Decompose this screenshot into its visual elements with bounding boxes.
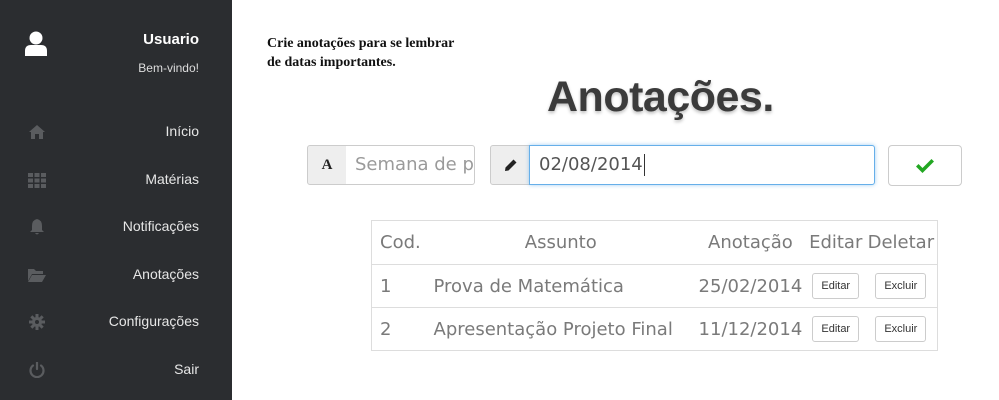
intro-text: Crie anotações para se lembrar de datas …: [267, 36, 455, 70]
page-title: Anotações.: [547, 73, 774, 121]
edit-button[interactable]: Editar: [812, 316, 860, 342]
cell-delete: Excluir: [864, 264, 938, 308]
sidebar-item-label: Sair: [174, 361, 199, 377]
sidebar-item-label: Matérias: [145, 171, 199, 187]
cell-subject: Prova de Matemática: [427, 264, 695, 308]
sidebar-item-label: Anotações: [132, 266, 199, 282]
delete-button[interactable]: Excluir: [875, 316, 927, 342]
text-caret: [643, 154, 645, 176]
subject-addon: A: [307, 145, 347, 185]
date-input[interactable]: 02/08/2014: [529, 145, 875, 185]
sidebar-item-sair[interactable]: Sair: [0, 350, 232, 390]
column-header-date: Anotação: [694, 220, 807, 265]
column-header-edit: Editar: [806, 220, 865, 265]
power-icon: [29, 362, 45, 378]
subject-input[interactable]: Semana de pr: [346, 145, 475, 185]
column-header-cod: Cod.: [371, 220, 428, 265]
sidebar: Usuario Bem-vindo! Início Matérias Notif…: [0, 0, 232, 400]
sidebar-item-label: Notificações: [122, 218, 199, 234]
sidebar-item-configuracoes[interactable]: Configurações: [0, 302, 232, 342]
column-header-delete: Deletar: [864, 220, 938, 265]
cell-date: 11/12/2014: [694, 307, 807, 351]
cell-cod: 2: [371, 307, 428, 351]
confirm-button[interactable]: [888, 145, 962, 186]
user-welcome: Bem-vindo!: [138, 61, 199, 75]
table-row: 2 Apresentação Projeto Final 11/12/2014 …: [371, 307, 938, 351]
notes-table: Cod. Assunto Anotação Editar Deletar 1 P…: [371, 220, 938, 351]
cell-subject: Apresentação Projeto Final: [427, 307, 695, 351]
date-addon: [490, 145, 530, 185]
cell-edit: Editar: [806, 264, 865, 308]
delete-button[interactable]: Excluir: [875, 273, 927, 299]
table-header-row: Cod. Assunto Anotação Editar Deletar: [371, 220, 938, 265]
cell-date: 25/02/2014: [694, 264, 807, 308]
cell-delete: Excluir: [864, 307, 938, 351]
sidebar-item-notificacoes[interactable]: Notificações: [0, 207, 232, 247]
grid-icon: [28, 173, 46, 188]
sidebar-item-label: Início: [165, 123, 199, 139]
home-icon: [29, 125, 45, 139]
check-icon: [916, 158, 934, 173]
cell-cod: 1: [371, 264, 428, 308]
edit-button[interactable]: Editar: [812, 273, 860, 299]
pencil-icon: [504, 159, 516, 171]
cell-edit: Editar: [806, 307, 865, 351]
folder-open-icon: [28, 269, 46, 282]
sidebar-item-inicio[interactable]: Início: [0, 112, 232, 152]
sidebar-item-anotacoes[interactable]: Anotações: [0, 255, 232, 295]
bell-icon: [30, 219, 44, 235]
user-name: Usuario: [143, 31, 199, 48]
column-header-subject: Assunto: [427, 220, 695, 265]
sidebar-item-label: Configurações: [108, 313, 199, 329]
gear-icon: [29, 314, 45, 330]
table-row: 1 Prova de Matemática 25/02/2014 Editar …: [371, 264, 938, 308]
user-icon: [25, 31, 47, 56]
sidebar-item-materias[interactable]: Matérias: [0, 160, 232, 200]
date-input-value: 02/08/2014: [539, 154, 643, 175]
